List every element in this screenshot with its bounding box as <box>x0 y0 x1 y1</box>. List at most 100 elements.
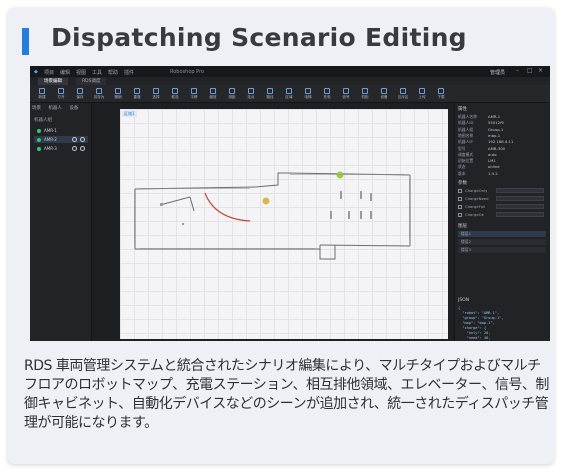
list-item[interactable]: AMR-3 <box>34 145 88 152</box>
close-icon[interactable]: × <box>538 68 544 74</box>
param-input[interactable] <box>496 204 544 209</box>
toolbar-button[interactable]: 路径 <box>264 87 276 101</box>
property-row[interactable]: 状态 online <box>458 164 546 170</box>
lock-icon[interactable] <box>72 137 77 142</box>
doc-tabs: 场景编辑 RDS调度 <box>30 77 550 85</box>
toolbar-button[interactable]: 电梯 <box>302 87 314 101</box>
toolbar-button[interactable]: 测距 <box>226 87 238 101</box>
tool-label: 新建 <box>38 95 46 99</box>
toolbar-button[interactable]: 设备 <box>378 87 390 101</box>
layer-row[interactable]: 楼层3 <box>458 247 546 253</box>
param-checkbox[interactable] <box>458 213 462 217</box>
toolbar-button[interactable]: 保存 <box>74 87 86 101</box>
toolbar-button[interactable]: 信号 <box>340 87 352 101</box>
toolbar-button[interactable]: 上传 <box>416 87 428 101</box>
menu-item-project[interactable]: 项目 <box>44 69 54 76</box>
tab-rds[interactable]: RDS调度 <box>76 78 107 85</box>
toolbar-button[interactable]: 新建 <box>36 87 48 101</box>
minimize-icon[interactable]: – <box>516 68 522 74</box>
param-row[interactable]: ChargeFull <box>458 204 546 210</box>
list-item[interactable]: AMR-1 <box>34 127 88 134</box>
property-value: Group-1 <box>488 126 504 132</box>
tab-device[interactable]: 设备 <box>69 106 78 111</box>
property-value: 192.168.4.11 <box>488 139 514 145</box>
param-input[interactable] <box>496 188 544 193</box>
user-name[interactable]: 管理员 <box>490 69 505 76</box>
property-row[interactable]: 型号 AMB-300 <box>458 146 546 152</box>
property-row[interactable]: 版本 1.0.2 <box>458 171 546 177</box>
list-item[interactable]: AMR-2 <box>34 136 88 143</box>
toolbar-button[interactable]: 下载 <box>435 87 447 101</box>
toolbar-button[interactable]: 框选 <box>169 87 181 101</box>
map-canvas[interactable]: 区域1 <box>120 109 448 339</box>
tool-icon <box>229 88 235 94</box>
param-input[interactable] <box>496 196 544 201</box>
window-title: Roboshop Pro <box>170 69 205 75</box>
map-walls <box>134 172 411 260</box>
tab-robot[interactable]: 机器人 <box>48 106 62 111</box>
menu-item-edit[interactable]: 编辑 <box>60 69 70 76</box>
param-row[interactable]: ChargeNeed <box>458 196 546 202</box>
menu-item-tools[interactable]: 工具 <box>92 69 102 76</box>
toolbar-button[interactable]: 平移 <box>188 87 200 101</box>
lock-icon[interactable] <box>72 146 77 151</box>
property-row[interactable]: 调度模式 auto <box>458 152 546 158</box>
toolbar-button[interactable]: 另存为 <box>93 87 105 101</box>
menu-item-view[interactable]: 视图 <box>76 69 86 76</box>
maximize-icon[interactable]: □ <box>527 68 533 74</box>
tool-icon <box>362 88 368 94</box>
param-row[interactable]: ChargeOk <box>458 212 546 218</box>
toolbar-button[interactable]: 站点 <box>245 87 257 101</box>
menu-bar: ◆ 项目 编辑 视图 工具 帮助 插件 Roboshop Pro 管理员 – □… <box>30 66 550 77</box>
property-value: online <box>488 164 500 170</box>
json-editor[interactable]: { "robot": "AMR-1", "group": "Group-1", … <box>458 306 548 341</box>
param-row[interactable]: ChargeOnly <box>458 188 546 194</box>
property-row[interactable]: 初始位置 LM1 <box>458 158 546 164</box>
param-checkbox[interactable] <box>458 189 462 193</box>
toolbar-button[interactable]: 机柜 <box>359 87 371 101</box>
layer-row[interactable]: 楼层2 <box>458 239 546 245</box>
property-row[interactable]: 机器人IP 192.168.4.11 <box>458 139 546 145</box>
property-row[interactable]: 机器人ID 55012f9 <box>458 120 546 126</box>
menu-item-plugins[interactable]: 插件 <box>124 69 134 76</box>
charging-station-marker <box>262 197 270 205</box>
toolbar-button[interactable]: 充电 <box>321 87 333 101</box>
tool-icon <box>58 88 64 94</box>
toolbar-button[interactable]: 重做 <box>131 87 143 101</box>
tool-label: 路径 <box>266 95 274 99</box>
eye-icon[interactable] <box>80 146 85 151</box>
params-heading: 参数 <box>458 181 467 186</box>
tool-icon <box>153 88 159 94</box>
param-checkbox[interactable] <box>458 197 462 201</box>
layer-row[interactable]: 楼层1 <box>458 231 546 237</box>
tool-icon <box>210 88 216 94</box>
tool-label: 撤销 <box>114 95 122 99</box>
toolbar-button[interactable]: 互斥区 <box>397 87 409 101</box>
tool-label: 框选 <box>171 95 179 99</box>
property-value: 1.0.2 <box>488 170 498 176</box>
property-value: 55012f9 <box>488 120 504 126</box>
tool-label: 机柜 <box>361 95 369 99</box>
tab-scene[interactable]: 场景 <box>32 106 41 111</box>
left-panel: 场景 机器人 设备 机器人组 AMR-1 AMR-2 AMR-3 <box>30 103 92 341</box>
property-row[interactable]: 机器人名称 AMR-1 <box>458 114 546 120</box>
toolbar-button[interactable]: 撤销 <box>112 87 124 101</box>
tool-icon <box>77 88 83 94</box>
property-row[interactable]: 地图名称 map-1 <box>458 133 546 139</box>
property-value: auto <box>488 151 497 157</box>
property-value: AMB-300 <box>488 145 506 151</box>
robot-map <box>134 171 411 260</box>
toolbar-button[interactable]: 选择 <box>150 87 162 101</box>
eye-icon[interactable] <box>80 137 85 142</box>
menu-item-help[interactable]: 帮助 <box>108 69 118 76</box>
tool-label: 打开 <box>57 95 65 99</box>
toolbar-button[interactable]: 打开 <box>55 87 67 101</box>
tab-scene-edit[interactable]: 场景编辑 <box>38 78 68 85</box>
toolbar-button[interactable]: 缩放 <box>207 87 219 101</box>
property-row[interactable]: 机器人组 Group-1 <box>458 127 546 133</box>
toolbar-button[interactable]: 区域 <box>283 87 295 101</box>
map-stations <box>160 191 372 225</box>
param-input[interactable] <box>496 212 544 217</box>
group-label: 机器人组 <box>34 118 52 123</box>
param-checkbox[interactable] <box>458 205 462 209</box>
